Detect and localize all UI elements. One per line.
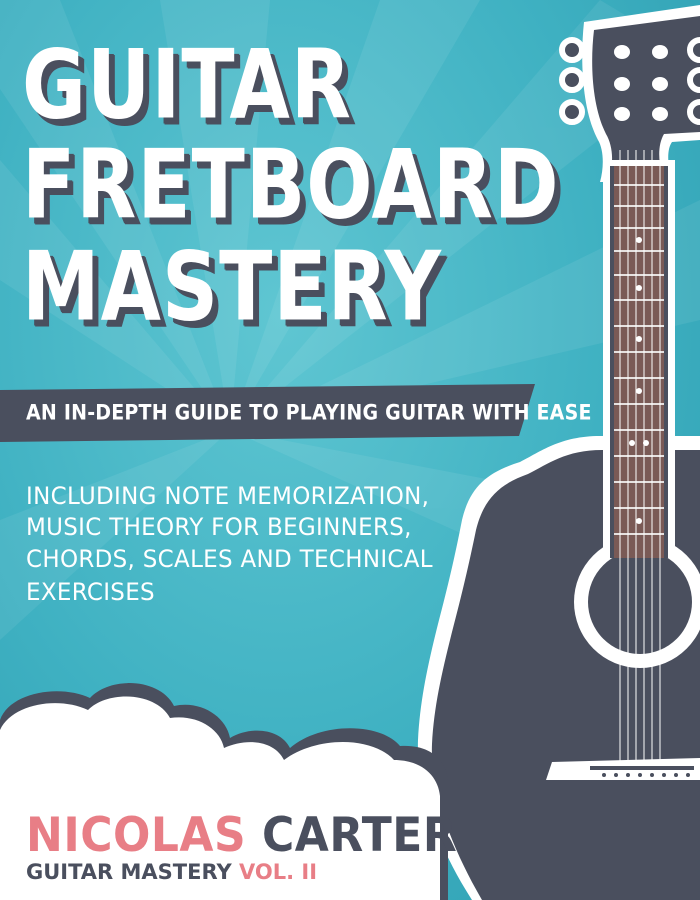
author-first-name: NICOLAS — [26, 808, 247, 864]
author-name: NICOLAS CARTER — [26, 808, 457, 863]
acoustic-guitar-illustration — [417, 5, 700, 900]
book-cover: GUITAR FRETBOARD MASTERY AN IN-DEPTH GUI… — [0, 0, 700, 900]
series-name: GUITAR MASTERY — [26, 860, 232, 884]
series-volume: VOL. II — [239, 860, 318, 884]
cover-artwork — [0, 5, 700, 900]
series-line: GUITAR MASTERY VOL. II — [26, 860, 317, 884]
author-last-name: CARTER — [262, 808, 458, 864]
